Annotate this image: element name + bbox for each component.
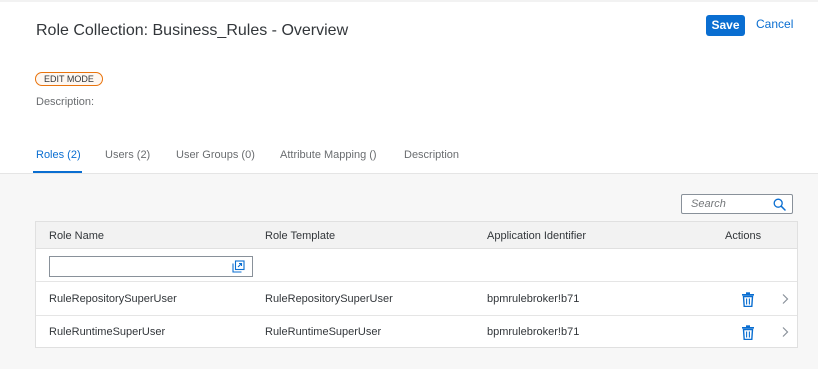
filter-row <box>36 249 797 282</box>
cancel-button[interactable]: Cancel <box>756 17 793 31</box>
tab-attribute-mapping[interactable]: Attribute Mapping () <box>280 149 377 161</box>
role-name-filter-input[interactable] <box>49 256 253 277</box>
column-header-role-template: Role Template <box>265 230 336 242</box>
cell-role-name: RuleRepositorySuperUser <box>49 293 177 305</box>
save-button[interactable]: Save <box>706 15 745 36</box>
page-title: Role Collection: Business_Rules - Overvi… <box>36 22 349 39</box>
search-placeholder: Search <box>691 198 726 210</box>
cell-role-name: RuleRuntimeSuperUser <box>49 326 166 338</box>
tab-description[interactable]: Description <box>404 149 459 161</box>
page-header: Role Collection: Business_Rules - Overvi… <box>0 0 818 174</box>
trash-icon[interactable] <box>741 292 755 307</box>
chevron-right-icon[interactable] <box>781 326 789 338</box>
roles-table: Role Name Role Template Application Iden… <box>35 221 798 348</box>
tab-roles[interactable]: Roles (2) <box>36 149 81 161</box>
cell-application-identifier: bpmrulebroker!b71 <box>487 293 580 305</box>
trash-icon[interactable] <box>741 325 755 340</box>
tab-user-groups[interactable]: User Groups (0) <box>176 149 255 161</box>
description-label: Description: <box>36 96 95 108</box>
cell-role-template: RuleRuntimeSuperUser <box>265 326 382 338</box>
column-header-actions: Actions <box>725 230 762 242</box>
column-header-application-identifier: Application Identifier <box>487 230 587 242</box>
value-help-icon[interactable] <box>232 260 245 273</box>
top-divider <box>0 0 818 2</box>
active-tab-indicator <box>33 171 82 173</box>
search-icon[interactable] <box>773 198 786 211</box>
search-input[interactable]: Search <box>681 194 793 214</box>
table-row[interactable]: RuleRuntimeSuperUser RuleRuntimeSuperUse… <box>36 316 797 349</box>
tab-users[interactable]: Users (2) <box>105 149 150 161</box>
column-header-role-name: Role Name <box>49 230 105 242</box>
cell-role-template: RuleRepositorySuperUser <box>265 293 393 305</box>
chevron-right-icon[interactable] <box>781 293 789 305</box>
edit-mode-badge: EDIT MODE <box>35 72 103 86</box>
cell-application-identifier: bpmrulebroker!b71 <box>487 326 580 338</box>
table-row[interactable]: RuleRepositorySuperUser RuleRepositorySu… <box>36 283 797 316</box>
table-header: Role Name Role Template Application Iden… <box>36 222 797 249</box>
